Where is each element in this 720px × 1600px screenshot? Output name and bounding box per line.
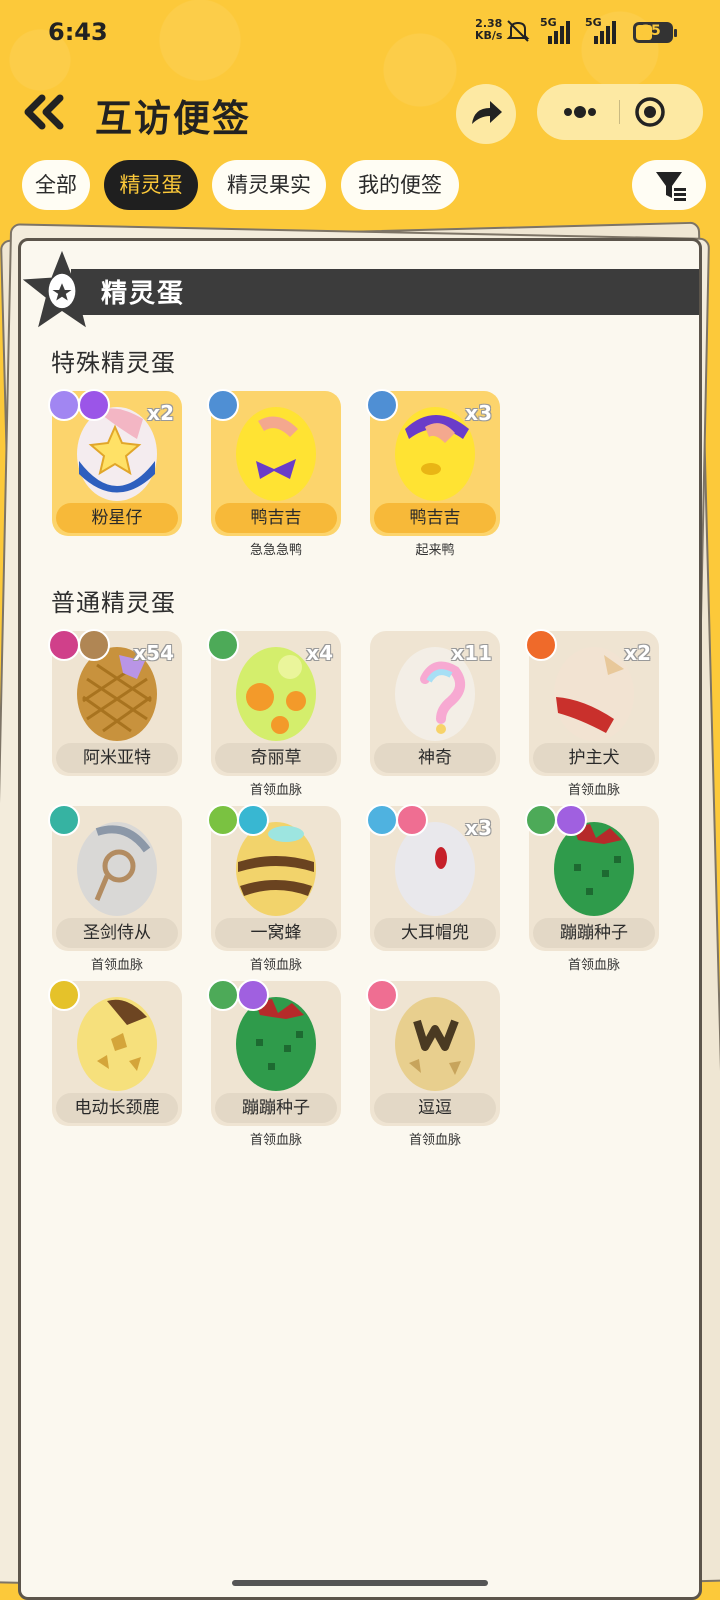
egg-card[interactable]: x4 奇丽草 (207, 629, 341, 776)
egg-name: 蹦蹦种子 (533, 918, 655, 948)
ghost-type-icon (78, 389, 110, 421)
fire-type-icon (525, 629, 557, 661)
egg-subtitle: 首领血脉 (90, 958, 143, 973)
egg-card[interactable]: 一窝蜂 (207, 804, 341, 951)
section-title: 精灵蛋 (101, 279, 186, 309)
giraffe-egg-icon (77, 997, 157, 1091)
egg-count: x2 (624, 641, 651, 665)
page-title: 互访便签 (95, 97, 251, 140)
egg-name: 神奇 (374, 743, 496, 773)
battery-level: 35 (641, 23, 661, 39)
star-type-icon (207, 389, 239, 421)
egg-card[interactable]: x2 护主犬 (525, 629, 659, 776)
share-arrow-icon (472, 101, 502, 124)
tab-fruits[interactable]: 精灵果实 (212, 160, 326, 210)
egg-count: x3 (465, 816, 492, 840)
notes-panel: 精灵蛋 特殊精灵蛋 x2 粉星仔 鸭吉吉 急急急鸭 x3 鸭吉吉 起来鸭 普通精… (18, 238, 702, 1600)
tab-all[interactable]: 全部 (22, 160, 90, 210)
duck-egg-icon (236, 407, 316, 501)
star-egg-icon (22, 250, 102, 328)
mountain-type-icon (78, 629, 110, 661)
egg-card[interactable]: 蹦蹦种子 (207, 979, 341, 1126)
egg-name: 鸭吉吉 (374, 503, 496, 533)
battery-icon: 35 (633, 22, 677, 43)
knight-egg-icon (77, 822, 157, 916)
filter-button[interactable] (632, 160, 706, 210)
egg-name: 蹦蹦种子 (215, 1093, 337, 1123)
bug-type-icon (207, 804, 239, 836)
egg-count: x11 (451, 641, 492, 665)
status-time: 6:43 (48, 18, 108, 46)
bubble-type-icon (237, 979, 269, 1011)
egg-card[interactable]: 圣剑侍从 (48, 804, 182, 951)
bubble-type-icon (555, 804, 587, 836)
egg-card[interactable]: 逗逗 (366, 979, 500, 1126)
egg-name: 电动长颈鹿 (56, 1093, 178, 1123)
lightning-type-icon (48, 979, 80, 1011)
heart-type-icon (396, 804, 428, 836)
signal-icon (548, 21, 570, 44)
egg-card[interactable]: 鸭吉吉 (207, 389, 341, 536)
tab-eggs[interactable]: 精灵蛋 (104, 160, 198, 210)
leaf-type-icon (525, 804, 557, 836)
egg-name: 阿米亚特 (56, 743, 178, 773)
status-bar: 6:43 2.38 KB/s 5G 5G 35 (0, 0, 720, 66)
egg-name: 粉星仔 (56, 503, 178, 533)
egg-subtitle: 首领血脉 (567, 958, 620, 973)
net-speed-unit: KB/s (475, 29, 503, 42)
egg-subtitle: 首领血脉 (249, 958, 302, 973)
mute-bell-icon (506, 20, 530, 42)
egg-name: 奇丽草 (215, 743, 337, 773)
egg-card[interactable]: 蹦蹦种子 (525, 804, 659, 951)
egg-count: x3 (465, 401, 492, 425)
egg-name: 圣剑侍从 (56, 918, 178, 948)
star-type-icon (366, 389, 398, 421)
leaf-type-icon (207, 629, 239, 661)
signal-icon-2 (594, 21, 616, 44)
heart-type-icon (366, 979, 398, 1011)
egg-subtitle: 首领血脉 (567, 783, 620, 798)
share-button[interactable] (456, 84, 516, 144)
gear-type-icon (48, 804, 80, 836)
egg-card[interactable]: x3 大耳帽兜 (366, 804, 500, 951)
egg-count: x2 (147, 401, 174, 425)
swirl-type-icon (48, 389, 80, 421)
egg-name: 大耳帽兜 (374, 918, 496, 948)
egg-card[interactable]: x54 阿米亚特 (48, 629, 182, 776)
tan-w-egg-icon (395, 997, 475, 1091)
egg-name: 鸭吉吉 (215, 503, 337, 533)
tab-my-notes[interactable]: 我的便签 (341, 160, 459, 210)
demon-type-icon (48, 629, 80, 661)
double-chevron-left-icon (24, 94, 64, 130)
wing-type-icon (237, 804, 269, 836)
close-miniprogram-button[interactable] (620, 84, 703, 140)
egg-name: 护主犬 (533, 743, 655, 773)
more-dots-icon (564, 106, 596, 118)
egg-card[interactable]: x11 神奇 (370, 631, 500, 776)
egg-count: x54 (133, 641, 174, 665)
more-button[interactable] (537, 84, 619, 140)
leaf-type-icon (207, 979, 239, 1011)
target-circle-icon (635, 97, 665, 127)
egg-name: 一窝蜂 (215, 918, 337, 948)
egg-subtitle: 首领血脉 (249, 783, 302, 798)
special-eggs-title: 特殊精灵蛋 (51, 349, 176, 377)
mini-program-capsule (537, 84, 703, 140)
snowflake-type-icon (366, 804, 398, 836)
home-indicator[interactable] (232, 1580, 488, 1586)
egg-subtitle: 急急急鸭 (249, 543, 302, 558)
egg-card[interactable]: 电动长颈鹿 (48, 979, 182, 1126)
egg-card[interactable]: x3 鸭吉吉 (366, 389, 500, 536)
egg-count: x4 (306, 641, 333, 665)
egg-name: 逗逗 (374, 1093, 496, 1123)
back-button[interactable] (20, 90, 70, 134)
normal-eggs-title: 普通精灵蛋 (51, 589, 176, 617)
filter-funnel-icon (656, 172, 686, 201)
egg-subtitle: 起来鸭 (415, 543, 455, 558)
network-speed: 2.38 KB/s (475, 18, 502, 42)
egg-subtitle: 首领血脉 (249, 1133, 302, 1148)
egg-card[interactable]: x2 粉星仔 (48, 389, 182, 536)
egg-subtitle: 首领血脉 (408, 1133, 461, 1148)
